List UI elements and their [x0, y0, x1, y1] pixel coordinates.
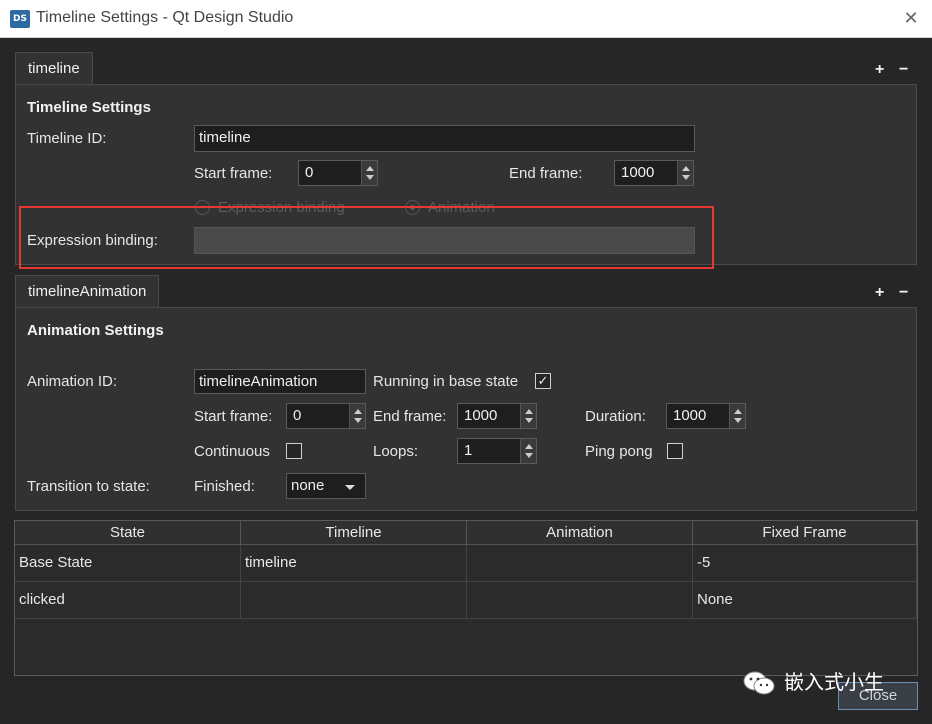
- spinbox-value: 0: [293, 407, 302, 424]
- animation-settings-header: Animation Settings: [27, 322, 164, 339]
- animation-end-frame-spinbox[interactable]: 1000: [457, 403, 537, 429]
- running-in-base-state-label: Running in base state: [373, 373, 519, 390]
- column-header-timeline[interactable]: Timeline: [241, 521, 467, 545]
- table-cell[interactable]: [467, 545, 693, 582]
- timeline-settings-header: Timeline Settings: [27, 99, 151, 116]
- spinbox-arrows-icon[interactable]: [729, 404, 745, 428]
- timeline-end-frame-spinbox[interactable]: 1000: [614, 160, 694, 186]
- continuous-label: Continuous: [194, 443, 270, 460]
- loops-spinbox[interactable]: 1: [457, 438, 537, 464]
- watermark-text: 嵌入式小生: [784, 670, 884, 694]
- animation-start-frame-spinbox[interactable]: 0: [286, 403, 366, 429]
- checkmark-icon: ✓: [537, 373, 549, 388]
- app-logo-icon: DS: [10, 10, 30, 28]
- wechat-logo-icon: [743, 671, 775, 695]
- animation-end-frame-label: End frame:: [373, 408, 447, 425]
- select-value: none: [291, 477, 325, 494]
- window-close-icon[interactable]: ✕: [900, 7, 922, 29]
- spinbox-value: 0: [305, 164, 314, 181]
- add-timeline-icon[interactable]: +: [875, 62, 884, 78]
- spinbox-value: 1: [464, 442, 473, 459]
- transition-to-state-label: Transition to state:: [27, 478, 150, 495]
- table-cell[interactable]: -5: [693, 545, 917, 582]
- spinbox-arrows-icon[interactable]: [349, 404, 365, 428]
- tab-timeline[interactable]: timeline: [15, 52, 93, 84]
- watermark: 嵌入式小生: [742, 668, 902, 698]
- spinbox-arrows-icon[interactable]: [677, 161, 693, 185]
- animation-id-input[interactable]: timelineAnimation: [194, 369, 366, 394]
- spinbox-arrows-icon[interactable]: [520, 439, 536, 463]
- spinbox-value: 1000: [464, 407, 498, 424]
- add-animation-icon[interactable]: +: [875, 285, 884, 301]
- timeline-start-frame-spinbox[interactable]: 0: [298, 160, 378, 186]
- continuous-checkbox[interactable]: [286, 443, 302, 459]
- table-cell[interactable]: Base State: [15, 545, 241, 582]
- ping-pong-label: Ping pong: [585, 443, 653, 460]
- timeline-id-input[interactable]: timeline: [194, 125, 695, 152]
- table-cell[interactable]: clicked: [15, 582, 241, 619]
- finished-state-select[interactable]: none: [286, 473, 366, 499]
- table-cell[interactable]: None: [693, 582, 917, 619]
- column-header-fixed-frame[interactable]: Fixed Frame: [693, 521, 917, 545]
- spinbox-value: 1000: [621, 164, 655, 181]
- animation-start-frame-label: Start frame:: [194, 408, 273, 425]
- running-in-base-state-checkbox[interactable]: ✓: [535, 373, 551, 389]
- state-table: State Timeline Animation Fixed Frame Bas…: [14, 520, 918, 676]
- table-cell[interactable]: [467, 582, 693, 619]
- remove-animation-icon[interactable]: −: [899, 285, 908, 301]
- animation-id-label: Animation ID:: [27, 373, 118, 390]
- duration-spinbox[interactable]: 1000: [666, 403, 746, 429]
- tab-timeline-animation[interactable]: timelineAnimation: [15, 275, 160, 307]
- table-cell[interactable]: timeline: [241, 545, 467, 582]
- window-title: Timeline Settings - Qt Design Studio: [36, 9, 294, 26]
- title-bar: DS Timeline Settings - Qt Design Studio …: [0, 0, 932, 38]
- table-cell[interactable]: [241, 582, 467, 619]
- ping-pong-checkbox[interactable]: [667, 443, 683, 459]
- spinbox-arrows-icon[interactable]: [520, 404, 536, 428]
- finished-label: Finished:: [194, 478, 255, 495]
- timeline-id-label: Timeline ID:: [27, 130, 107, 147]
- duration-label: Duration:: [585, 408, 646, 425]
- column-header-state[interactable]: State: [15, 521, 241, 545]
- timeline-start-frame-label: Start frame:: [194, 165, 273, 182]
- spinbox-value: 1000: [673, 407, 707, 424]
- chevron-down-icon: [345, 485, 355, 490]
- spinbox-arrows-icon[interactable]: [361, 161, 377, 185]
- column-header-animation[interactable]: Animation: [467, 521, 693, 545]
- remove-timeline-icon[interactable]: −: [899, 62, 908, 78]
- highlight-annotation-box: [19, 206, 714, 269]
- timeline-end-frame-label: End frame:: [509, 165, 583, 182]
- loops-label: Loops:: [373, 443, 419, 460]
